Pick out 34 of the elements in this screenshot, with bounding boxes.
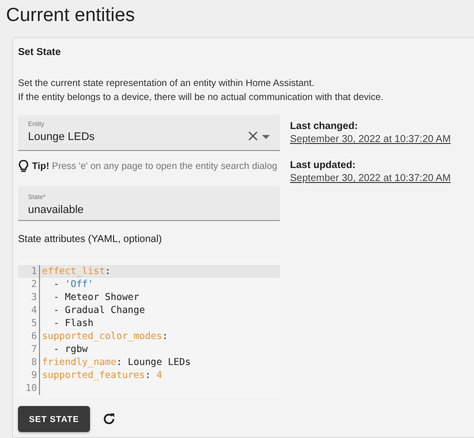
line-number: 3	[18, 291, 40, 304]
line-number: 1	[18, 265, 40, 278]
close-icon[interactable]	[248, 131, 258, 141]
last-updated-link[interactable]: September 30, 2022 at 10:37:20 AM	[290, 173, 451, 184]
attributes-label: State attributes (YAML, optional)	[18, 234, 163, 245]
line-number: 8	[18, 356, 40, 369]
page-title: Current entities	[6, 5, 136, 27]
line-number: 9	[18, 369, 40, 382]
line-number: 7	[18, 343, 40, 356]
caret-icon[interactable]	[262, 135, 270, 139]
line-number: 10	[18, 382, 40, 395]
set-state-button[interactable]: SET STATE	[18, 406, 90, 432]
refresh-icon[interactable]	[102, 412, 116, 426]
code-line: - Meteor Shower	[52, 291, 140, 304]
code-line: supported_color_modes:	[42, 330, 168, 343]
card-title: Set State	[18, 47, 62, 58]
line-number: 6	[18, 330, 40, 343]
last-changed-label: Last changed:	[290, 121, 359, 132]
last-changed-link[interactable]: September 30, 2022 at 10:37:20 AM	[290, 134, 451, 145]
code-line: supported_features: 4	[42, 369, 162, 382]
code-line: - rgbw	[52, 343, 88, 356]
code-line: - 'Off'	[52, 278, 94, 291]
code-line: - Flash	[52, 317, 94, 330]
code-line: effect_list:	[42, 265, 111, 278]
line-number: 4	[18, 304, 40, 317]
code-line: friendly_name: Lounge LEDs	[42, 356, 191, 369]
description-text: If the entity belongs to a device, there will be no actual communication with that device.	[18, 91, 384, 105]
code-line: - Gradual Change	[52, 304, 145, 317]
description-text: Set the current state representation of an entity within Home Assistant.	[18, 77, 316, 91]
line-number: 5	[18, 317, 40, 330]
lightbulb-icon	[18, 159, 29, 174]
last-updated-label: Last updated:	[290, 160, 357, 171]
line-number: 2	[18, 278, 40, 291]
tip-text: Tip! Press 'e' on any page to open the entity search dialog	[32, 161, 278, 172]
